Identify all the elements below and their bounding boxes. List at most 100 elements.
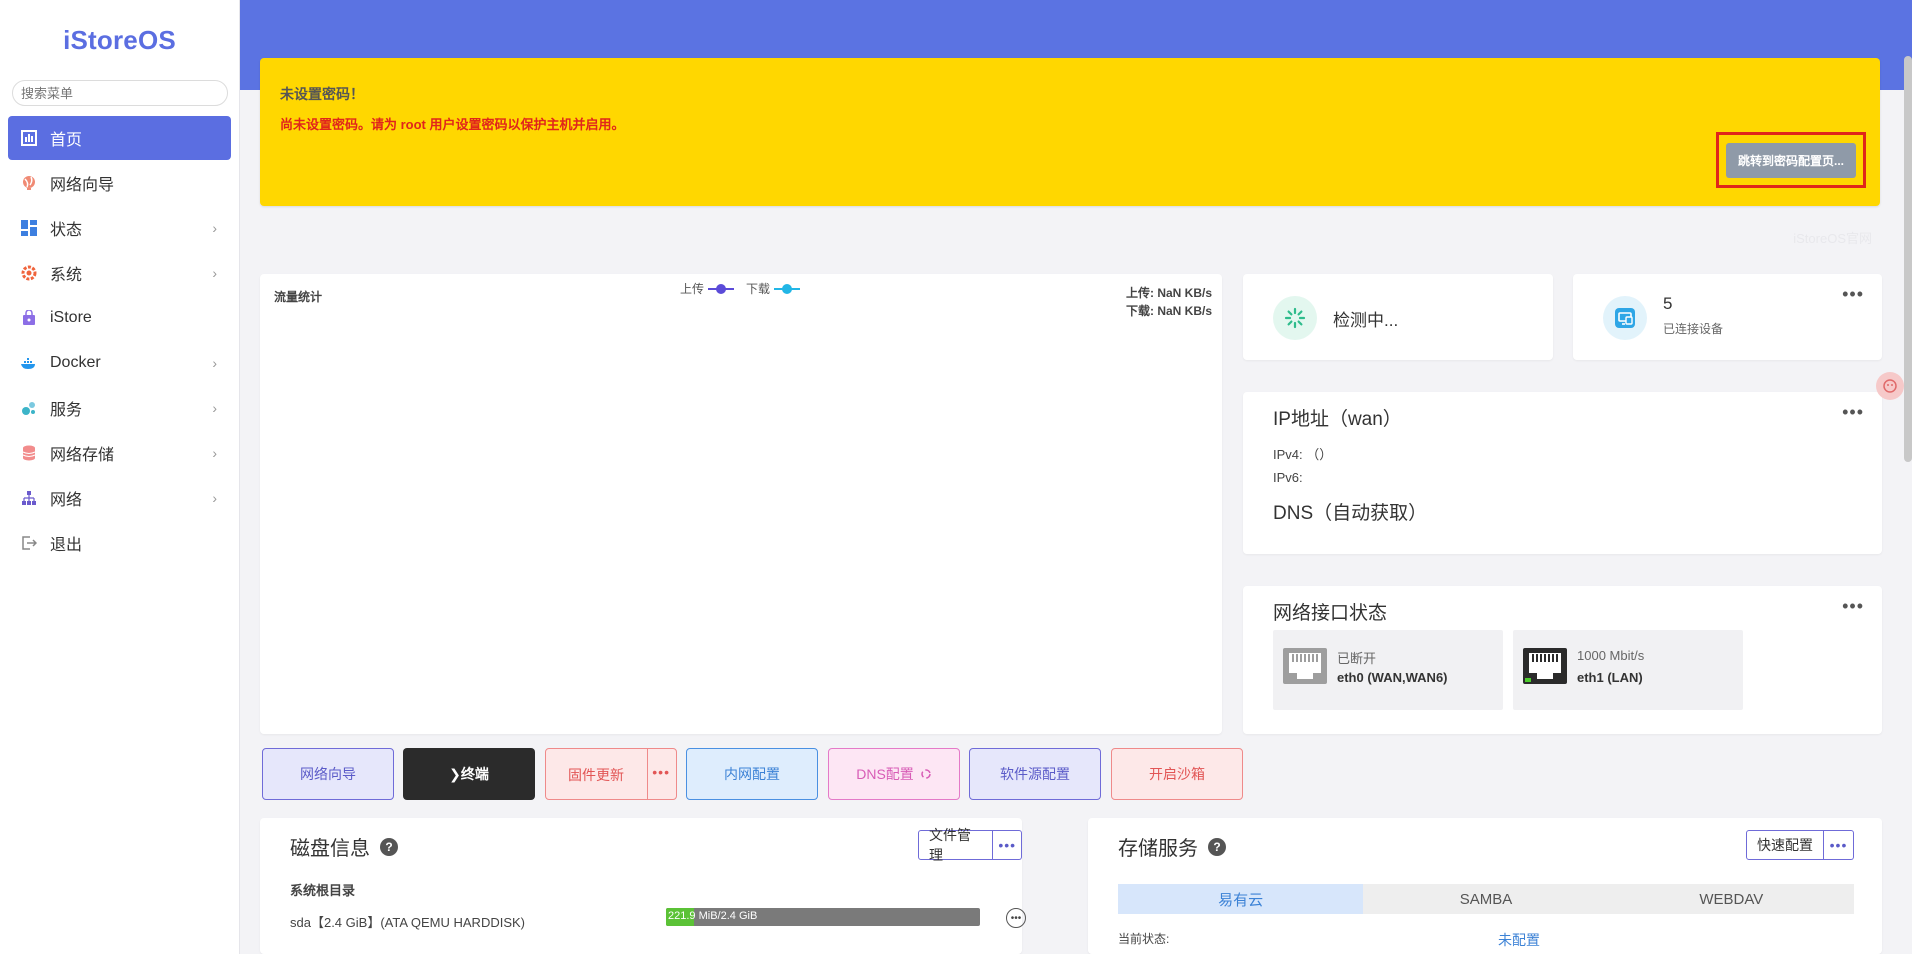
storage-status-value[interactable]: 未配置 xyxy=(1498,930,1540,950)
sidebar-item-label: 服务 xyxy=(50,402,83,419)
chevron-right-icon: › xyxy=(212,355,217,371)
warning-title: 未设置密码！ xyxy=(280,86,364,102)
sidebar-item-wizard[interactable]: 网络向导 xyxy=(8,161,231,205)
quick-config-button[interactable]: 快速配置 xyxy=(1746,830,1824,860)
firmware-update-label: 固件更新 xyxy=(568,767,624,783)
disk-row-more-icon[interactable]: ••• xyxy=(1006,908,1026,928)
storage-header: 存储服务 ? xyxy=(1118,832,1226,861)
devices-icon xyxy=(1603,296,1647,340)
dns-config-button[interactable]: DNS配置 xyxy=(828,748,960,800)
floating-assistant-icon[interactable] xyxy=(1876,372,1904,400)
sidebar-item-system[interactable]: 系统 › xyxy=(8,251,231,295)
disk-section-title: 系统根目录 xyxy=(290,883,356,898)
chevron-right-icon: › xyxy=(212,445,217,461)
whale-icon xyxy=(20,354,38,372)
sidebar-item-istore[interactable]: iStore xyxy=(8,296,231,340)
legend-upload-label: 上传 xyxy=(680,282,705,296)
sidebar-item-nas[interactable]: 网络存储 › xyxy=(8,431,231,475)
disk-row: sda【2.4 GiB】(ATA QEMU HARDDISK) xyxy=(290,915,526,930)
gear-icon xyxy=(20,264,38,282)
dashboard-icon xyxy=(20,129,38,147)
devices-card[interactable]: 5 已连接设备 ••• xyxy=(1573,274,1882,360)
network-icon xyxy=(20,489,38,507)
sidebar: iStoreOS 首页 网络向导 状态 › 系统 › xyxy=(0,0,240,954)
loading-icon xyxy=(921,769,931,779)
port-name: eth0 (WAN,WAN6) xyxy=(1337,670,1448,685)
traffic-rates: 上传: NaN KB/s 下载: NaN KB/s xyxy=(1126,284,1212,320)
chevron-right-icon: › xyxy=(212,490,217,506)
sidebar-item-docker[interactable]: Docker › xyxy=(8,341,231,385)
button-divider xyxy=(647,749,648,799)
disk-title: 磁盘信息 xyxy=(290,838,370,860)
download-rate: 下载: NaN KB/s xyxy=(1125,304,1212,318)
file-manager-button[interactable]: 文件管理 xyxy=(918,827,994,863)
lan-config-button[interactable]: 内网配置 xyxy=(686,748,818,800)
goto-password-button[interactable]: 跳转到密码配置页... xyxy=(1725,142,1856,178)
port-status: 已断开 xyxy=(1337,651,1377,666)
sidebar-item-label: 系统 xyxy=(50,267,83,284)
istoreos-site-link[interactable]: iStoreOS官网 xyxy=(1793,228,1872,247)
devices-more-icon[interactable]: ••• xyxy=(1842,284,1864,305)
storage-button-group: 快速配置 ••• xyxy=(1746,830,1854,860)
port-eth1[interactable]: 1000 Mbit/s eth1 (LAN) xyxy=(1513,630,1743,710)
sidebar-item-services[interactable]: 服务 › xyxy=(8,386,231,430)
legend-upload[interactable]: 上传 xyxy=(680,280,735,297)
traffic-legend: 上传 下载 xyxy=(680,280,801,297)
traffic-card: 流量统计 上传 下载 上传: NaN KB/s 下载: NaN KB/s xyxy=(260,274,1222,734)
legend-download[interactable]: 下载 xyxy=(746,280,801,297)
chevron-right-icon: › xyxy=(212,220,217,236)
brand-logo[interactable]: iStoreOS xyxy=(0,0,239,80)
warning-message: 尚未设置密码。请为 root 用户设置密码以保护主机并启用。 xyxy=(280,117,625,132)
storage-more-icon[interactable]: ••• xyxy=(1824,830,1854,860)
firmware-more-icon[interactable]: ••• xyxy=(652,764,670,780)
chevron-right-icon: › xyxy=(212,400,217,416)
disk-usage-used: 221.9 xyxy=(668,910,696,922)
sidebar-menu: 首页 网络向导 状态 › 系统 › iStore Docker › 服务 › 网… xyxy=(0,116,239,565)
sidebar-item-label: Docker xyxy=(50,354,101,371)
help-icon[interactable]: ? xyxy=(380,837,398,856)
net-if-more-icon[interactable]: ••• xyxy=(1842,596,1864,617)
terminal-button[interactable]: ❯终端 xyxy=(403,748,535,800)
sidebar-item-label: 网络存储 xyxy=(50,447,115,464)
sandbox-button[interactable]: 开启沙箱 xyxy=(1111,748,1243,800)
spinner-icon xyxy=(1273,296,1317,340)
sidebar-item-label: 退出 xyxy=(50,537,83,554)
help-icon[interactable]: ? xyxy=(1208,837,1226,856)
disk-usage-total: MiB/2.4 GiB xyxy=(698,910,758,922)
net-if-title: 网络接口状态 xyxy=(1273,603,1388,624)
upload-rate: 上传: NaN KB/s xyxy=(1125,286,1212,300)
firmware-update-button[interactable]: 固件更新 ••• xyxy=(545,748,677,800)
sidebar-item-label: iStore xyxy=(50,309,92,326)
network-wizard-button[interactable]: 网络向导 xyxy=(262,748,394,800)
sidebar-item-home[interactable]: 首页 xyxy=(8,116,231,160)
ipv4-value: IPv4: （） xyxy=(1273,447,1333,462)
upload-line-icon xyxy=(708,283,735,294)
ethernet-port-icon xyxy=(1283,648,1327,689)
sidebar-item-network[interactable]: 网络 › xyxy=(8,476,231,520)
storage-service-card: 存储服务 ? 快速配置 ••• 易有云 SAMBA WEBDAV 当前状态: 未… xyxy=(1088,818,1882,954)
ethernet-port-icon xyxy=(1523,648,1567,689)
sidebar-item-label: 首页 xyxy=(50,132,83,149)
legend-download-label: 下载 xyxy=(746,282,771,296)
sidebar-item-status[interactable]: 状态 › xyxy=(8,206,231,250)
storage-title: 存储服务 xyxy=(1118,838,1198,860)
tab-samba[interactable]: SAMBA xyxy=(1363,884,1608,914)
logout-icon xyxy=(20,534,38,552)
network-interface-card: 网络接口状态 ••• 已断开 eth0 (WAN,WAN6) 1000 Mbit… xyxy=(1243,586,1882,734)
sidebar-item-logout[interactable]: 退出 xyxy=(8,521,231,565)
page-scrollbar[interactable] xyxy=(1904,56,1912,462)
download-line-icon xyxy=(774,283,801,294)
ip-address-card: IP地址（wan） ••• IPv4: （） IPv6: DNS（自动获取） xyxy=(1243,392,1882,554)
disk-button-group: 文件管理 ••• xyxy=(918,827,1022,863)
repo-config-button[interactable]: 软件源配置 xyxy=(969,748,1101,800)
tab-webdav[interactable]: WEBDAV xyxy=(1609,884,1854,914)
port-eth0[interactable]: 已断开 eth0 (WAN,WAN6) xyxy=(1273,630,1503,710)
ip-more-icon[interactable]: ••• xyxy=(1842,402,1864,423)
storage-status-key: 当前状态: xyxy=(1118,932,1170,946)
disk-usage-bar: 221.9 MiB/2.4 GiB xyxy=(666,908,980,926)
tab-yiyouyun[interactable]: 易有云 xyxy=(1118,884,1364,914)
disk-more-icon[interactable]: ••• xyxy=(993,830,1022,860)
menu-search-input[interactable] xyxy=(12,80,228,106)
port-name: eth1 (LAN) xyxy=(1577,670,1643,685)
traffic-title: 流量统计 xyxy=(274,290,323,304)
